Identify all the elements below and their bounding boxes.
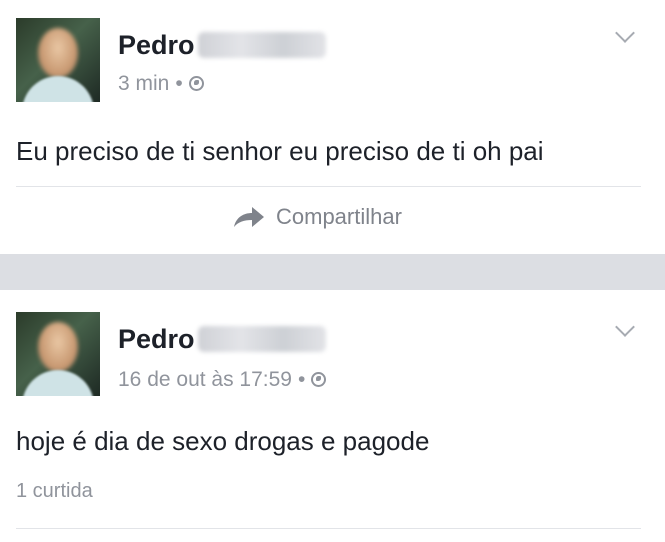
post-time[interactable]: 16 de out às 17:59: [118, 368, 292, 391]
avatar[interactable]: [16, 18, 100, 102]
post-1: Pedro 3 min • Eu preciso de ti senhor eu …: [0, 0, 665, 254]
meta-separator: •: [297, 368, 306, 391]
feed-separator: [0, 254, 665, 290]
globe-icon: [311, 372, 327, 387]
avatar-face-blurred: [38, 28, 78, 78]
post-2: Pedro 16 de out às 17:59 • hoje é dia de …: [0, 290, 665, 542]
chevron-down-icon[interactable]: [615, 317, 635, 337]
author-name[interactable]: Pedro: [118, 324, 195, 355]
avatar-shoulders: [22, 370, 94, 396]
post-divider: [16, 186, 641, 187]
chevron-down-icon[interactable]: [615, 23, 635, 43]
blurred-surname: [198, 32, 326, 58]
share-label: Compartilhar: [276, 204, 402, 229]
post-text: hoje é dia de sexo drogas e pagode: [16, 426, 430, 456]
author-name[interactable]: Pedro: [118, 30, 195, 61]
share-button[interactable]: Compartilhar: [232, 204, 402, 230]
blurred-surname: [198, 326, 326, 352]
globe-icon: [188, 76, 204, 91]
avatar-shoulders: [22, 76, 94, 102]
likes-count[interactable]: 1 curtida: [16, 480, 93, 503]
post-meta: 16 de out às 17:59 •: [118, 368, 327, 392]
post-time[interactable]: 3 min: [118, 72, 169, 95]
avatar-face-blurred: [38, 322, 78, 372]
post-text: Eu preciso de ti senhor eu preciso de ti…: [16, 136, 544, 166]
meta-separator: •: [175, 72, 183, 95]
post-meta: 3 min •: [118, 72, 204, 96]
share-arrow-icon: [232, 205, 266, 229]
avatar[interactable]: [16, 312, 100, 396]
post-divider: [16, 528, 641, 529]
